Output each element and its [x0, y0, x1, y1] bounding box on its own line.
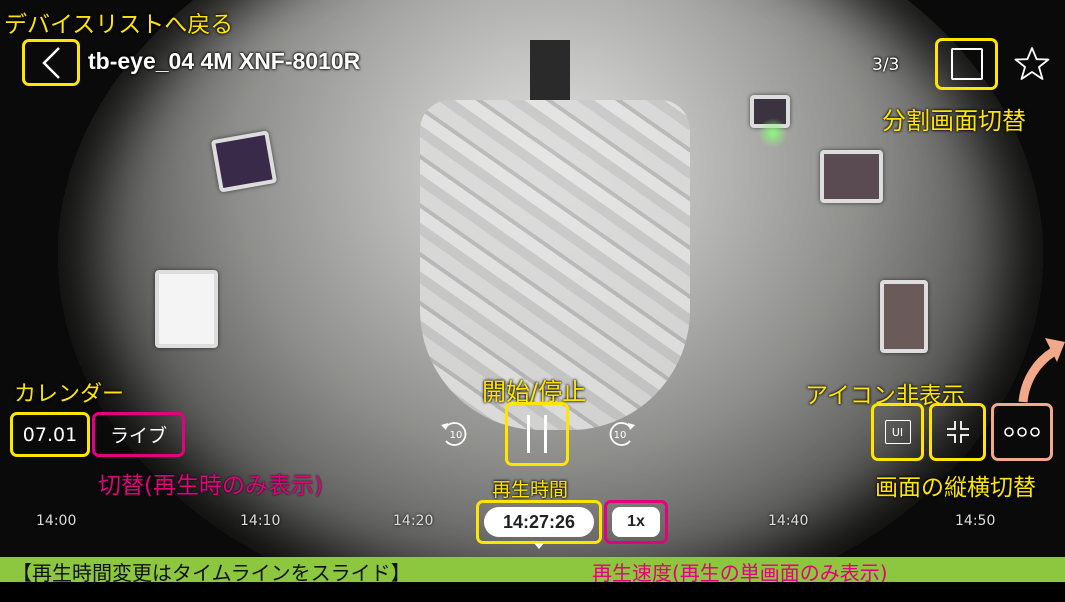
wall-monitor — [820, 150, 883, 203]
rewind-10-label: 10 — [450, 430, 463, 441]
forward-10-label: 10 — [614, 430, 627, 441]
calendar-button[interactable]: 07.01 — [10, 412, 90, 457]
rewind-10-button[interactable]: 10 — [437, 418, 473, 450]
live-label: ライブ — [109, 425, 167, 447]
favorite-button[interactable] — [1010, 42, 1054, 86]
orientation-button[interactable] — [929, 403, 986, 461]
page-counter: 3/3 — [872, 55, 900, 75]
date-label: 07.01 — [22, 423, 78, 446]
door — [530, 40, 570, 100]
more-dots-icon — [1004, 427, 1040, 437]
time-pointer — [534, 543, 544, 549]
live-button[interactable]: ライブ — [92, 412, 185, 457]
orientation-annotation: 画面の縦横切替 — [875, 475, 1036, 501]
speed-pill: 1x — [612, 507, 660, 537]
green-light — [758, 118, 788, 148]
timeline-tick: 14:50 — [955, 513, 996, 529]
current-time-pill: 14:27:26 — [484, 507, 594, 537]
star-icon — [1014, 47, 1050, 80]
more-options-button[interactable] — [991, 403, 1053, 461]
split-screen-button[interactable] — [935, 38, 998, 90]
callout-arrow-icon — [1018, 338, 1065, 403]
calendar-annotation: カレンダー — [14, 382, 125, 407]
collapse-icon — [946, 421, 969, 443]
hint-bar: 【再生時間変更はタイムラインをスライド】 再生速度(再生の単画面のみ表示) — [0, 557, 1065, 585]
timeline-tick: 14:00 — [36, 513, 77, 529]
bottom-bar — [0, 582, 1065, 602]
square-icon — [950, 48, 983, 80]
hide-ui-button[interactable]: UI — [871, 403, 924, 461]
ui-icon: UI — [884, 420, 911, 444]
device-title: tb-eye_04 4M XNF-8010R — [88, 48, 361, 74]
rewind-10-icon: 10 — [441, 422, 467, 446]
timeline-tick: 14:20 — [393, 513, 434, 529]
playback-time-annotation: 再生時間 — [492, 479, 569, 501]
current-time-box: 14:27:26 — [476, 500, 602, 544]
back-button[interactable] — [22, 39, 80, 86]
back-annotation: デバイスリストへ戻る — [4, 12, 234, 38]
forward-10-icon: 10 — [609, 422, 635, 446]
pause-icon — [527, 415, 547, 453]
player-screen: デバイスリストへ戻る tb-eye_04 4M XNF-8010R 3/3 分割… — [0, 0, 1065, 602]
live-annotation: 切替(再生時のみ表示) — [98, 473, 323, 499]
split-screen-annotation: 分割画面切替 — [882, 107, 1026, 135]
wall-monitor — [880, 280, 928, 353]
forward-10-button[interactable]: 10 — [603, 418, 639, 450]
speed-button[interactable]: 1x — [604, 500, 668, 544]
timeline-tick: 14:10 — [240, 513, 281, 529]
wall-monitor — [210, 130, 278, 193]
play-pause-button[interactable] — [505, 402, 569, 466]
timeline-tick: 14:40 — [768, 513, 809, 529]
wall-monitor — [155, 270, 218, 348]
chevron-left-icon — [42, 46, 60, 79]
